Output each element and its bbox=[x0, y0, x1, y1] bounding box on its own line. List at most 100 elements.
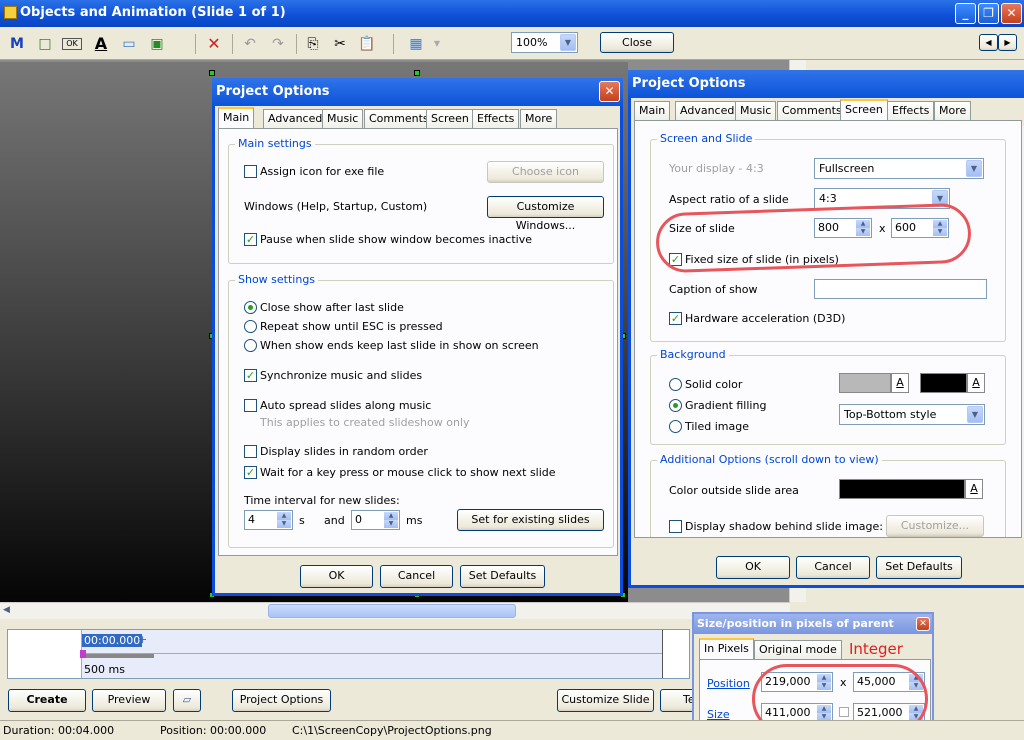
color-picker-button-1[interactable]: A bbox=[891, 373, 909, 393]
zoom-select[interactable]: 100% ▼ bbox=[511, 32, 578, 53]
close-window-button[interactable]: ✕ bbox=[1001, 3, 1022, 24]
selection-handle[interactable] bbox=[209, 70, 215, 76]
gradient-radio[interactable] bbox=[669, 399, 682, 412]
undo-icon[interactable]: ↶ bbox=[240, 34, 260, 54]
shadow-checkbox[interactable] bbox=[669, 520, 682, 533]
grid-dropdown-icon[interactable]: ▼ bbox=[427, 34, 447, 54]
text-format-icon[interactable]: A bbox=[91, 34, 111, 54]
spin-up-icon[interactable]: ▲ bbox=[384, 512, 398, 520]
tab-main[interactable]: Main bbox=[218, 107, 255, 129]
tab-music[interactable]: Music bbox=[322, 109, 364, 128]
tab-effects[interactable]: Effects bbox=[472, 109, 520, 128]
tab-screen[interactable]: Screen bbox=[426, 109, 474, 128]
spin-up-icon[interactable]: ▲ bbox=[277, 512, 291, 520]
set-defaults-button[interactable]: Set Defaults bbox=[876, 556, 962, 579]
hw-accel-checkbox[interactable]: ✓ bbox=[669, 312, 682, 325]
tab-more[interactable]: More bbox=[934, 101, 972, 120]
assign-icon-checkbox[interactable] bbox=[244, 165, 257, 178]
outside-color-button[interactable]: A bbox=[965, 479, 983, 499]
set-defaults-button[interactable]: Set Defaults bbox=[460, 565, 545, 588]
project-options-button[interactable]: Project Options bbox=[232, 689, 331, 712]
selection-handle[interactable] bbox=[414, 70, 420, 76]
tab-screen[interactable]: Screen bbox=[840, 99, 888, 121]
tab-in-pixels[interactable]: In Pixels bbox=[699, 638, 754, 660]
delete-icon[interactable]: ✕ bbox=[204, 34, 224, 54]
timeline-plus[interactable]: + bbox=[138, 633, 147, 646]
tab-music[interactable]: Music bbox=[735, 101, 777, 120]
text-object-icon[interactable]: M bbox=[7, 34, 27, 54]
cancel-button[interactable]: Cancel bbox=[796, 556, 870, 579]
image-object-icon[interactable]: ▣ bbox=[147, 34, 167, 54]
frame-object-icon[interactable]: □ bbox=[35, 34, 55, 54]
size-panel-close-button[interactable]: ✕ bbox=[916, 617, 930, 631]
tab-original-mode[interactable]: Original mode bbox=[754, 640, 842, 659]
sync-music-checkbox[interactable]: ✓ bbox=[244, 369, 257, 382]
color-swatch-2[interactable] bbox=[920, 373, 967, 393]
timeline-track-lower[interactable] bbox=[82, 654, 662, 678]
prev-arrow-button[interactable]: ◀ bbox=[979, 34, 998, 51]
caption-input[interactable] bbox=[814, 279, 987, 299]
customize-slide-button[interactable]: Customize Slide bbox=[557, 689, 654, 712]
timeline[interactable]: 00:00.000 + 500 ms bbox=[7, 629, 690, 679]
interval-seconds-input[interactable]: 4 ▲ ▼ bbox=[244, 510, 293, 530]
customize-windows-button[interactable]: Customize Windows... bbox=[487, 196, 604, 232]
next-arrow-button[interactable]: ▶ bbox=[998, 34, 1017, 51]
spin-down-icon[interactable]: ▼ bbox=[384, 520, 398, 528]
group-label: Background bbox=[657, 348, 729, 361]
create-button[interactable]: Create bbox=[8, 689, 86, 712]
copy-icon[interactable]: ⎘ bbox=[303, 34, 323, 54]
tab-more[interactable]: More bbox=[520, 109, 558, 128]
scroll-left-icon[interactable]: ◀ bbox=[3, 605, 10, 615]
repeat-show-radio[interactable] bbox=[244, 320, 257, 333]
horizontal-scrollbar[interactable]: ◀ bbox=[0, 602, 790, 619]
ok-button[interactable]: OK bbox=[300, 565, 373, 588]
wait-key-checkbox[interactable]: ✓ bbox=[244, 466, 257, 479]
preview-button[interactable]: Preview bbox=[92, 689, 166, 712]
close-button[interactable]: Close bbox=[600, 32, 674, 53]
button-object-icon[interactable]: OK bbox=[62, 38, 82, 50]
pause-checkbox[interactable]: ✓ bbox=[244, 233, 257, 246]
ok-button[interactable]: OK bbox=[716, 556, 790, 579]
seconds-unit: s bbox=[299, 514, 305, 527]
and-label: and bbox=[324, 514, 345, 527]
maximize-button[interactable]: ❐ bbox=[978, 3, 999, 24]
choose-icon-button[interactable]: Choose icon bbox=[487, 161, 604, 183]
dialog-close-button[interactable]: ✕ bbox=[599, 81, 620, 102]
color-swatch-1[interactable] bbox=[839, 373, 891, 393]
spin-down-icon[interactable]: ▼ bbox=[277, 520, 291, 528]
assign-icon-label: Assign icon for exe file bbox=[260, 165, 385, 178]
timeline-marker-icon[interactable] bbox=[80, 650, 86, 658]
set-existing-slides-button[interactable]: Set for existing slides bbox=[457, 509, 604, 531]
interval-ms-input[interactable]: 0 ▲ ▼ bbox=[351, 510, 400, 530]
redo-icon[interactable]: ↷ bbox=[268, 34, 288, 54]
gradient-style-select[interactable]: Top-Bottom style ▼ bbox=[839, 404, 985, 425]
interval-seconds-value: 4 bbox=[248, 513, 255, 526]
scrollbar-thumb[interactable] bbox=[268, 604, 516, 618]
tab-effects[interactable]: Effects bbox=[887, 101, 935, 120]
tab-advanced[interactable]: Advanced bbox=[675, 101, 740, 120]
tab-advanced[interactable]: Advanced bbox=[263, 109, 328, 128]
minimize-button[interactable]: _ bbox=[955, 3, 976, 24]
tab-comments[interactable]: Comments bbox=[364, 109, 434, 128]
timeline-track[interactable] bbox=[82, 630, 662, 654]
te-button[interactable]: Te bbox=[660, 689, 695, 712]
solid-color-radio[interactable] bbox=[669, 378, 682, 391]
random-order-checkbox[interactable] bbox=[244, 445, 257, 458]
display-select[interactable]: Fullscreen ▼ bbox=[814, 158, 984, 179]
rectangle-object-icon[interactable]: ▭ bbox=[119, 34, 139, 54]
grid-icon[interactable]: ▦ bbox=[406, 34, 426, 54]
close-show-radio[interactable] bbox=[244, 301, 257, 314]
screen-mode-button[interactable]: ▱ bbox=[173, 689, 201, 712]
color-picker-button-2[interactable]: A bbox=[967, 373, 985, 393]
paste-icon[interactable]: 📋 bbox=[357, 34, 377, 54]
customize-shadow-button[interactable]: Customize... bbox=[886, 515, 984, 537]
cancel-button[interactable]: Cancel bbox=[380, 565, 453, 588]
tab-comments[interactable]: Comments bbox=[777, 101, 847, 120]
position-link[interactable]: Position bbox=[707, 677, 750, 690]
tab-main[interactable]: Main bbox=[634, 101, 671, 120]
outside-color-swatch[interactable] bbox=[839, 479, 965, 499]
keep-last-radio[interactable] bbox=[244, 339, 257, 352]
tiled-image-radio[interactable] bbox=[669, 420, 682, 433]
cut-icon[interactable]: ✂ bbox=[330, 34, 350, 54]
auto-spread-checkbox[interactable] bbox=[244, 399, 257, 412]
